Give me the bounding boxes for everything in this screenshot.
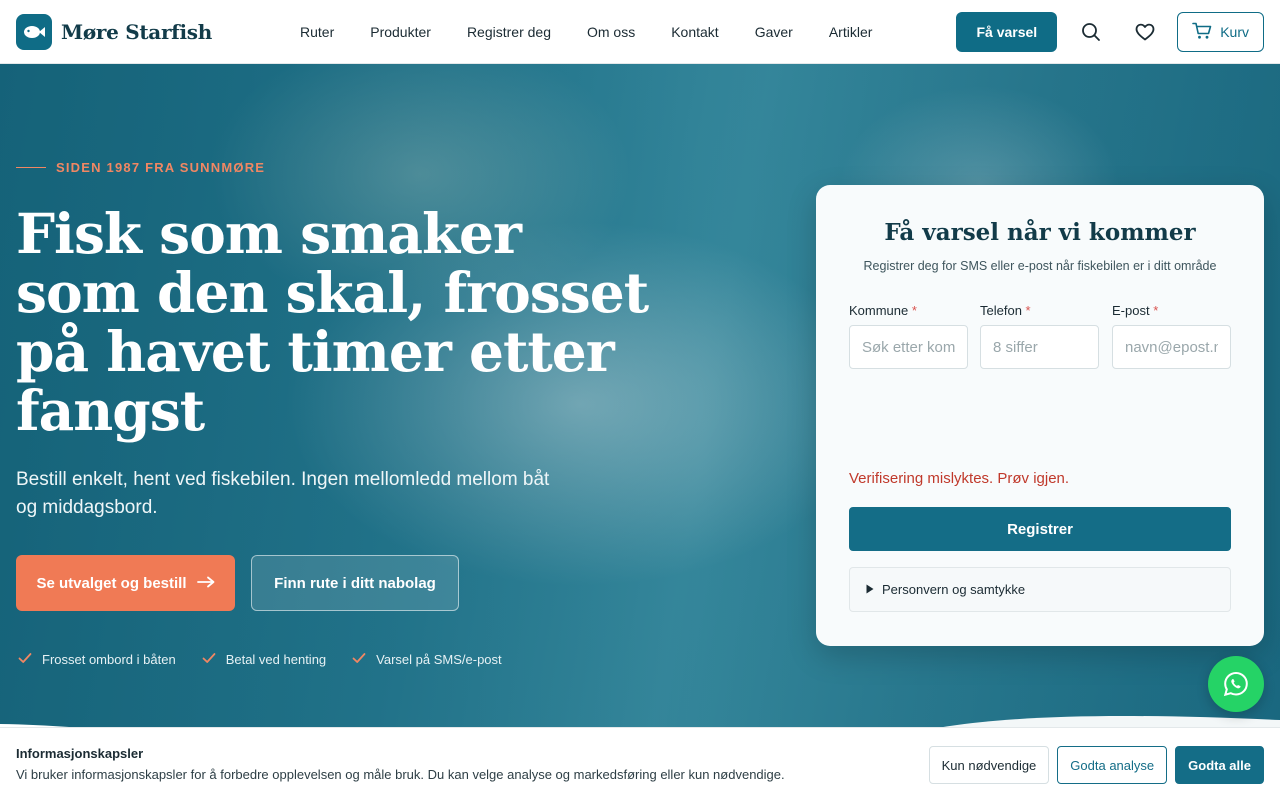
find-route-button[interactable]: Finn rute i ditt nabolag: [251, 555, 459, 611]
perk-label: Betal ved henting: [225, 652, 327, 667]
hero-subtitle: Bestill enkelt, hent ved fiskebilen. Ing…: [16, 469, 550, 518]
register-button[interactable]: Registrer: [849, 507, 1231, 551]
hero-eyebrow: SIDEN 1987 FRA SUNNMØRE: [16, 160, 265, 175]
cookie-analytics-button[interactable]: Godta analyse: [1057, 746, 1168, 784]
cookie-text: Vi bruker informasjonskapsler for å forb…: [16, 767, 785, 782]
shop-now-button[interactable]: Se utvalget og bestill: [16, 555, 235, 611]
privacy-disclosure[interactable]: Personvern og samtykke: [849, 567, 1231, 612]
header-actions: Få varsel Kurv: [956, 12, 1264, 52]
signup-title: Få varsel når vi kommer: [884, 219, 1196, 246]
phone-field-group: Telefon *: [980, 303, 1099, 369]
nav-item-registrer-deg[interactable]: Registrer deg: [467, 24, 551, 40]
privacy-label: Personvern og samtykke: [882, 582, 1026, 597]
nav-item-kontakt[interactable]: Kontakt: [671, 24, 718, 40]
email-label: E-post *: [1112, 303, 1159, 318]
perk-label: Varsel på SMS/e-post: [376, 652, 502, 667]
hero-title: Fisk som smaker som den skal, frosset på…: [16, 201, 649, 443]
eyebrow-line: [16, 167, 46, 168]
check-icon: [202, 652, 216, 667]
perk-item: Varsel på SMS/e-post: [352, 652, 502, 667]
whatsapp-icon[interactable]: [1208, 656, 1264, 712]
cart-button[interactable]: Kurv: [1177, 12, 1264, 52]
verification-error: Verifisering mislyktes. Prøv igjen.: [849, 470, 1070, 487]
site-header: Møre Starfish Ruter Produkter Registrer …: [0, 0, 1280, 64]
nav-item-gaver[interactable]: Gaver: [755, 24, 793, 40]
arrow-right-icon: [196, 575, 215, 592]
notify-button[interactable]: Få varsel: [956, 12, 1058, 52]
cart-label: Kurv: [1220, 24, 1249, 40]
perk-label: Frosset ombord i båten: [42, 652, 176, 667]
fish-icon: [16, 13, 52, 50]
hero: SIDEN 1987 FRA SUNNMØRE Fisk som smaker …: [0, 64, 1280, 744]
municipality-input[interactable]: [849, 325, 968, 369]
hero-perks: Frosset ombord i båten Betal ved henting…: [18, 652, 502, 667]
email-field-group: E-post *: [1112, 303, 1231, 369]
nav-item-artikler[interactable]: Artikler: [829, 24, 873, 40]
nav-item-produkter[interactable]: Produkter: [370, 24, 431, 40]
municipality-label: Kommune *: [849, 303, 917, 318]
check-icon: [352, 652, 366, 667]
perk-item: Betal ved henting: [202, 652, 326, 667]
check-icon: [18, 652, 32, 667]
signup-card: Få varsel når vi kommer Registrer deg fo…: [816, 185, 1264, 646]
cookie-title: Informasjonskapsler: [16, 746, 144, 761]
phone-input[interactable]: [980, 325, 1099, 369]
nav-item-ruter[interactable]: Ruter: [300, 24, 334, 40]
heart-icon[interactable]: [1125, 12, 1165, 52]
cookie-accept-all-button[interactable]: Godta alle: [1175, 746, 1264, 784]
eyebrow-text: SIDEN 1987 FRA SUNNMØRE: [56, 160, 266, 175]
email-input[interactable]: [1112, 325, 1231, 369]
cookie-necessary-button[interactable]: Kun nødvendige: [928, 746, 1050, 784]
disclosure-triangle-icon: [866, 582, 874, 597]
phone-label: Telefon *: [980, 303, 1031, 318]
municipality-field-group: Kommune *: [849, 303, 968, 369]
cart-icon: [1192, 22, 1212, 43]
shop-now-label: Se utvalget og bestill: [36, 574, 187, 592]
nav-item-om-oss[interactable]: Om oss: [587, 24, 635, 40]
brand-name: Møre Starfish: [61, 19, 212, 44]
signup-subtitle: Registrer deg for SMS eller e-post når f…: [863, 259, 1217, 273]
cookie-banner: Informasjonskapsler Vi bruker informasjo…: [0, 727, 1280, 800]
cookie-actions: Kun nødvendige Godta analyse Godta alle: [928, 746, 1264, 784]
perk-item: Frosset ombord i båten: [18, 652, 176, 667]
main-nav: Ruter Produkter Registrer deg Om oss Kon…: [300, 0, 908, 64]
logo[interactable]: Møre Starfish: [16, 13, 212, 50]
search-icon[interactable]: [1071, 12, 1111, 52]
